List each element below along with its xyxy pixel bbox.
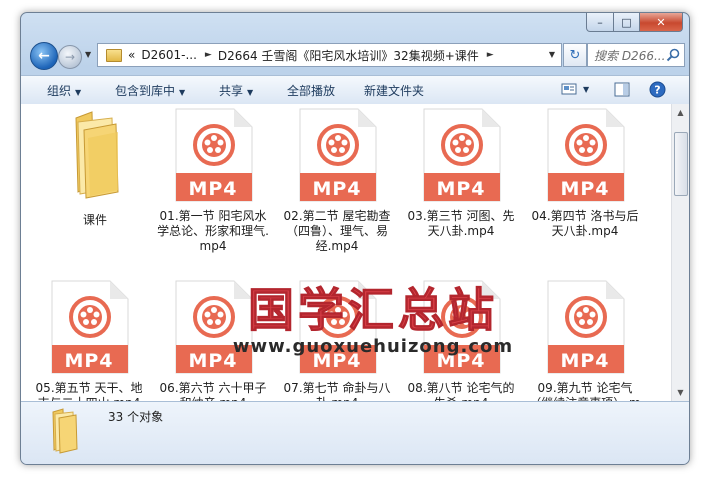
- item-label: 09.第九节 论宅气（继续注意事项）.mp4: [529, 381, 641, 401]
- folder-item[interactable]: 课件: [38, 108, 152, 228]
- video-file-item[interactable]: MP4 09.第九节 论宅气（继续注意事项）.mp4: [528, 280, 642, 401]
- svg-text:?: ?: [654, 84, 660, 97]
- mp4-file-icon: MP4: [420, 280, 502, 374]
- mp4-badge: MP4: [312, 178, 362, 200]
- item-label: 课件: [82, 213, 107, 227]
- new-folder-button[interactable]: 新建文件夹: [364, 82, 424, 99]
- refresh-button[interactable]: ↻: [563, 43, 587, 67]
- video-file-item[interactable]: MP4 03.第三节 河图、先天八卦.mp4: [404, 108, 518, 239]
- recent-pages-dropdown[interactable]: ▼: [85, 50, 91, 59]
- video-file-item[interactable]: MP4 05.第五节 天干、地支与二十四山.mp4: [32, 280, 146, 401]
- forward-button[interactable]: →: [58, 45, 82, 69]
- item-label: 06.第六节 六十甲子和纳音.mp4: [159, 381, 267, 401]
- help-icon[interactable]: ?: [649, 81, 666, 98]
- item-label: 02.第二节 屋宅勘查（四鲁）、理气、易经.mp4: [283, 209, 391, 253]
- mp4-badge: MP4: [188, 350, 238, 372]
- mp4-badge: MP4: [560, 178, 610, 200]
- file-list: 课件 MP4 01.第一节 阳宅风水学总论、形家和理气.mp4 MP4 02.第…: [21, 104, 689, 401]
- include-in-library-menu[interactable]: 包含到库中 ▼: [115, 82, 185, 99]
- share-menu[interactable]: 共享 ▼: [219, 82, 253, 99]
- refresh-icon: ↻: [569, 47, 581, 63]
- video-file-item[interactable]: MP4 08.第八节 论宅气的生杀.mp4: [404, 280, 518, 401]
- mp4-badge: MP4: [312, 350, 362, 372]
- arrow-right-icon: →: [64, 50, 76, 64]
- video-file-item[interactable]: MP4 06.第六节 六十甲子和纳音.mp4: [156, 280, 270, 401]
- maximize-button[interactable]: □: [614, 13, 640, 32]
- details-pane: 33 个对象: [21, 401, 689, 464]
- mp4-badge: MP4: [560, 350, 610, 372]
- address-bar[interactable]: « D2601-... ► D2664 壬雪阁《阳宅风水培训》32集视频+课件 …: [97, 43, 562, 67]
- view-options-dropdown-icon[interactable]: ▼: [583, 85, 589, 94]
- folder-icon: [106, 48, 122, 62]
- video-file-item[interactable]: MP4 02.第二节 屋宅勘查（四鲁）、理气、易经.mp4: [280, 108, 394, 254]
- organize-menu[interactable]: 组织 ▼: [47, 82, 81, 99]
- caret-down-icon: ▼: [179, 88, 186, 97]
- breadcrumb-chevron-icon[interactable]: ►: [205, 50, 212, 60]
- command-bar: 组织 ▼ 包含到库中 ▼ 共享 ▼ 全部播放 新建文件夹 ▼ ?: [21, 75, 689, 105]
- view-options-icon[interactable]: [561, 82, 577, 96]
- item-label: 05.第五节 天干、地支与二十四山.mp4: [35, 381, 143, 401]
- breadcrumb-current[interactable]: D2664 壬雪阁《阳宅风水培训》32集视频+课件: [218, 47, 479, 64]
- mp4-file-icon: MP4: [172, 108, 254, 202]
- minimize-button[interactable]: –: [586, 13, 614, 32]
- item-count: 33 个对象: [108, 410, 164, 424]
- search-box[interactable]: 搜索 D266...: [587, 43, 685, 67]
- mp4-file-icon: MP4: [296, 280, 378, 374]
- scroll-up-icon[interactable]: ▲: [672, 104, 689, 121]
- mp4-badge: MP4: [188, 178, 238, 200]
- vertical-scrollbar[interactable]: ▲ ▼: [671, 104, 689, 401]
- close-button[interactable]: ✕: [640, 13, 683, 32]
- mp4-badge: MP4: [436, 350, 486, 372]
- mp4-file-icon: MP4: [296, 108, 378, 202]
- mp4-file-icon: MP4: [544, 108, 626, 202]
- navigation-bar: ← → ▼ « D2601-... ► D2664 壬雪阁《阳宅风水培训》32集…: [25, 41, 685, 71]
- video-file-item[interactable]: MP4 04.第四节 洛书与后天八卦.mp4: [528, 108, 642, 239]
- caption-buttons: – □ ✕: [586, 13, 683, 32]
- folder-icon: [52, 408, 78, 454]
- item-label: 07.第七节 命卦与八卦.mp4: [283, 381, 391, 401]
- mp4-file-icon: MP4: [544, 280, 626, 374]
- caret-down-icon: ▼: [247, 88, 254, 97]
- caret-down-icon: ▼: [75, 88, 82, 97]
- scrollbar-thumb[interactable]: [674, 132, 688, 196]
- item-label: 08.第八节 论宅气的生杀.mp4: [407, 381, 515, 401]
- search-input[interactable]: 搜索 D266...: [594, 47, 665, 64]
- mp4-badge: MP4: [436, 178, 486, 200]
- item-label: 04.第四节 洛书与后天八卦.mp4: [531, 209, 639, 238]
- breadcrumb-chevron-icon[interactable]: ►: [487, 50, 494, 60]
- back-button[interactable]: ←: [30, 42, 58, 70]
- arrow-left-icon: ←: [38, 48, 50, 64]
- folder-icon: [75, 111, 119, 199]
- mp4-badge: MP4: [64, 350, 114, 372]
- mp4-file-icon: MP4: [172, 280, 254, 374]
- search-icon[interactable]: [665, 47, 681, 63]
- preview-pane-icon[interactable]: [614, 82, 630, 97]
- explorer-window: – □ ✕ ← → ▼ « D2601-... ► D2664 壬雪阁《阳宅风水…: [20, 12, 690, 465]
- item-label: 03.第三节 河图、先天八卦.mp4: [407, 209, 515, 238]
- breadcrumb-overflow[interactable]: «: [128, 48, 135, 62]
- mp4-file-icon: MP4: [48, 280, 130, 374]
- breadcrumb-parent[interactable]: D2601-...: [141, 48, 197, 62]
- item-label: 01.第一节 阳宅风水学总论、形家和理气.mp4: [157, 209, 269, 253]
- mp4-file-icon: MP4: [420, 108, 502, 202]
- video-file-item[interactable]: MP4 01.第一节 阳宅风水学总论、形家和理气.mp4: [156, 108, 270, 254]
- scroll-down-icon[interactable]: ▼: [672, 384, 689, 401]
- play-all-button[interactable]: 全部播放: [287, 82, 335, 99]
- address-dropdown-icon[interactable]: ▼: [549, 50, 555, 59]
- video-file-item[interactable]: MP4 07.第七节 命卦与八卦.mp4: [280, 280, 394, 401]
